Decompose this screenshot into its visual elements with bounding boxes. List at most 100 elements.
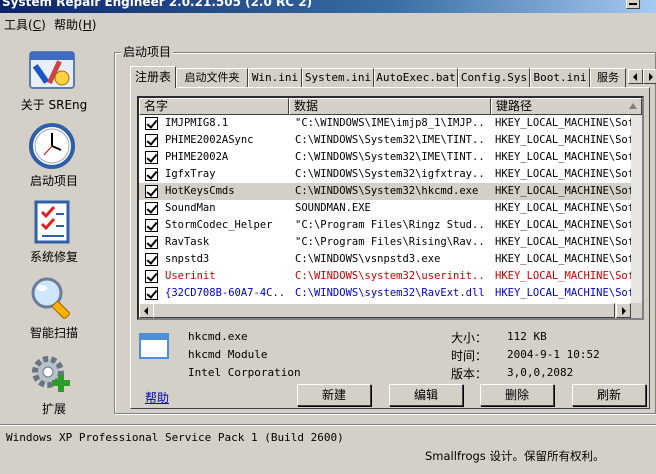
- cell-key: HKEY_LOCAL_MACHINE\Sof: [495, 151, 631, 163]
- cell-key: HKEY_LOCAL_MACHINE\Sof: [495, 219, 631, 231]
- nav-extend[interactable]: 扩展: [0, 348, 108, 420]
- cell-key: HKEY_LOCAL_MACHINE\Sof: [495, 185, 631, 197]
- tab-scroll-right-button[interactable]: [643, 69, 656, 84]
- file-window-icon: [139, 333, 169, 359]
- row-checkbox[interactable]: [145, 202, 158, 215]
- time-value: 2004-9-1 10:52: [507, 348, 600, 361]
- list-item[interactable]: IMJPMIG8.1 "C:\WINDOWS\IME\imjp8_1\IMJP..…: [139, 115, 631, 132]
- cell-key: HKEY_LOCAL_MACHINE\Sof: [495, 270, 631, 282]
- tab-registry[interactable]: 注册表: [130, 66, 176, 88]
- nav-repair[interactable]: 系统修复: [0, 196, 108, 268]
- cell-data: "C:\Program Files\Rising\Rav...: [295, 236, 487, 248]
- cell-key: HKEY_LOCAL_MACHINE\Sof: [495, 202, 631, 214]
- list-item[interactable]: IgfxTray C:\WINDOWS\System32\igfxtray... H…: [139, 166, 631, 183]
- list-item[interactable]: Userinit C:\WINDOWS\system32\userinit... H…: [139, 268, 631, 285]
- version-label: 版本：: [451, 367, 488, 381]
- list-item[interactable]: StormCodec_Helper "C:\Program Files\Ringz…: [139, 217, 631, 234]
- hscroll-right-button[interactable]: [616, 303, 631, 318]
- startup-listview[interactable]: 名字 数据 键路径 IMJPMIG8.1 "C:\WINDOWS\IME\imjp…: [137, 96, 644, 320]
- nav-scan[interactable]: 智能扫描: [0, 272, 108, 344]
- nav-repair-label: 系统修复: [29, 250, 78, 264]
- cell-key: HKEY_LOCAL_MACHINE\Sof: [495, 117, 631, 129]
- horizontal-scrollbar[interactable]: [139, 303, 631, 318]
- list-item[interactable]: snpstd3 C:\WINDOWS\vsnpstd3.exe HKEY_LOCAL…: [139, 251, 631, 268]
- cell-name: PHIME2002ASync: [165, 134, 254, 146]
- status-bar: Windows XP Professional Service Pack 1 (…: [0, 424, 656, 474]
- cell-key: HKEY_LOCAL_MACHINE\Sof: [495, 134, 631, 146]
- edit-button[interactable]: 编辑: [389, 384, 463, 406]
- row-checkbox[interactable]: [145, 151, 158, 164]
- copyright-text: Smallfrogs 设计。保留所有权利。: [425, 449, 605, 463]
- cell-key: HKEY_LOCAL_MACHINE\Sof: [495, 253, 631, 265]
- cell-data: C:\WINDOWS\system32\userinit...: [295, 270, 487, 282]
- row-checkbox[interactable]: [145, 168, 158, 181]
- gear-plus-icon: [32, 356, 70, 392]
- row-checkbox[interactable]: [145, 134, 158, 147]
- cell-key: HKEY_LOCAL_MACHINE\Sof: [495, 236, 631, 248]
- tab-win-ini[interactable]: Win.ini: [248, 68, 302, 87]
- row-checkbox[interactable]: [145, 270, 158, 283]
- cell-data: C:\WINDOWS\System32\hkcmd.exe: [295, 185, 479, 197]
- cell-name: snpstd3: [165, 253, 210, 265]
- new-button[interactable]: 新建: [297, 384, 371, 406]
- row-checkbox[interactable]: [145, 219, 158, 232]
- group-title: 启动项目: [121, 43, 174, 60]
- column-header-keypath[interactable]: 键路径: [491, 98, 642, 115]
- help-link[interactable]: 帮助: [145, 389, 169, 406]
- clock-icon: [29, 123, 75, 169]
- list-item[interactable]: SoundMan SOUNDMAN.EXE HKEY_LOCAL_MACHINE\S…: [139, 200, 631, 217]
- nav-about-label: 关于 SREng: [20, 98, 88, 112]
- hscroll-left-button[interactable]: [139, 303, 154, 318]
- listview-header: 名字 数据 键路径: [139, 98, 642, 115]
- cell-data: C:\WINDOWS\System32\igfxtray...: [295, 168, 487, 180]
- tab-startup-folder[interactable]: 启动文件夹: [176, 68, 248, 87]
- refresh-button[interactable]: 刷新: [572, 384, 646, 406]
- cell-name: IMJPMIG8.1: [165, 117, 229, 129]
- nav-startup[interactable]: 启动项目: [0, 120, 108, 192]
- list-item[interactable]: PHIME2002A C:\WINDOWS\System32\IME\TINT..…: [139, 149, 631, 166]
- row-checkbox[interactable]: [145, 185, 158, 198]
- version-value: 3,0,0,2082: [507, 366, 574, 379]
- list-item[interactable]: HotKeysCmds C:\WINDOWS\System32\hkcmd.exe…: [139, 183, 631, 200]
- row-checkbox[interactable]: [145, 117, 158, 130]
- cell-name: Userinit: [165, 270, 216, 282]
- list-item[interactable]: RavTask "C:\Program Files\Rising\Rav... HK…: [139, 234, 631, 251]
- column-header-name[interactable]: 名字: [139, 98, 289, 115]
- list-item[interactable]: {32CD708B-60A7-4C... C:\WINDOWS\system32\…: [139, 285, 631, 302]
- row-checkbox[interactable]: [145, 253, 158, 266]
- window-title: System Repair Engineer 2.0.21.505 (2.0 R…: [2, 0, 313, 9]
- menu-help[interactable]: 帮助(H): [54, 16, 96, 33]
- detail-filename: hkcmd.exe: [188, 330, 248, 343]
- cell-data: C:\WINDOWS\vsnpstd3.exe: [295, 253, 441, 265]
- os-version-text: Windows XP Professional Service Pack 1 (…: [6, 431, 344, 444]
- nav-scan-label: 智能扫描: [29, 326, 78, 340]
- arrow-right-icon: [622, 307, 626, 315]
- tab-boot-ini[interactable]: Boot.ini: [530, 68, 590, 87]
- cell-data: C:\WINDOWS\System32\IME\TINT...: [295, 151, 487, 163]
- nav-extend-label: 扩展: [41, 402, 66, 416]
- row-checkbox[interactable]: [145, 287, 158, 300]
- hscroll-thumb[interactable]: [153, 303, 615, 318]
- column-header-data[interactable]: 数据: [289, 98, 491, 115]
- menu-bar: 工具(C) 帮助(H): [0, 13, 656, 33]
- cell-name: IgfxTray: [165, 168, 216, 180]
- title-bar: System Repair Engineer 2.0.21.505 (2.0 R…: [0, 0, 656, 13]
- row-checkbox[interactable]: [145, 236, 158, 249]
- delete-button[interactable]: 删除: [480, 384, 554, 406]
- list-item[interactable]: PHIME2002ASync C:\WINDOWS\System32\IME\TI…: [139, 132, 631, 149]
- tab-system-ini[interactable]: System.ini: [302, 68, 374, 87]
- arrow-right-icon: [649, 73, 653, 81]
- cell-name: RavTask: [165, 236, 210, 248]
- cell-data: C:\WINDOWS\system32\RavExt.dll: [295, 287, 485, 299]
- tab-services[interactable]: 服务: [590, 68, 626, 87]
- scroll-corner: [631, 303, 642, 318]
- menu-tools[interactable]: 工具(C): [4, 16, 46, 33]
- minimize-button[interactable]: [626, 0, 640, 9]
- vertical-scrollbar[interactable]: [631, 115, 642, 303]
- tab-autoexec-bat[interactable]: AutoExec.bat: [374, 68, 458, 87]
- tab-scroll-left-button[interactable]: [628, 69, 643, 84]
- cell-data: SOUNDMAN.EXE: [295, 202, 371, 214]
- nav-about[interactable]: 关于 SREng: [0, 44, 108, 116]
- cell-name: PHIME2002A: [165, 151, 229, 163]
- tab-config-sys[interactable]: Config.Sys: [458, 68, 530, 87]
